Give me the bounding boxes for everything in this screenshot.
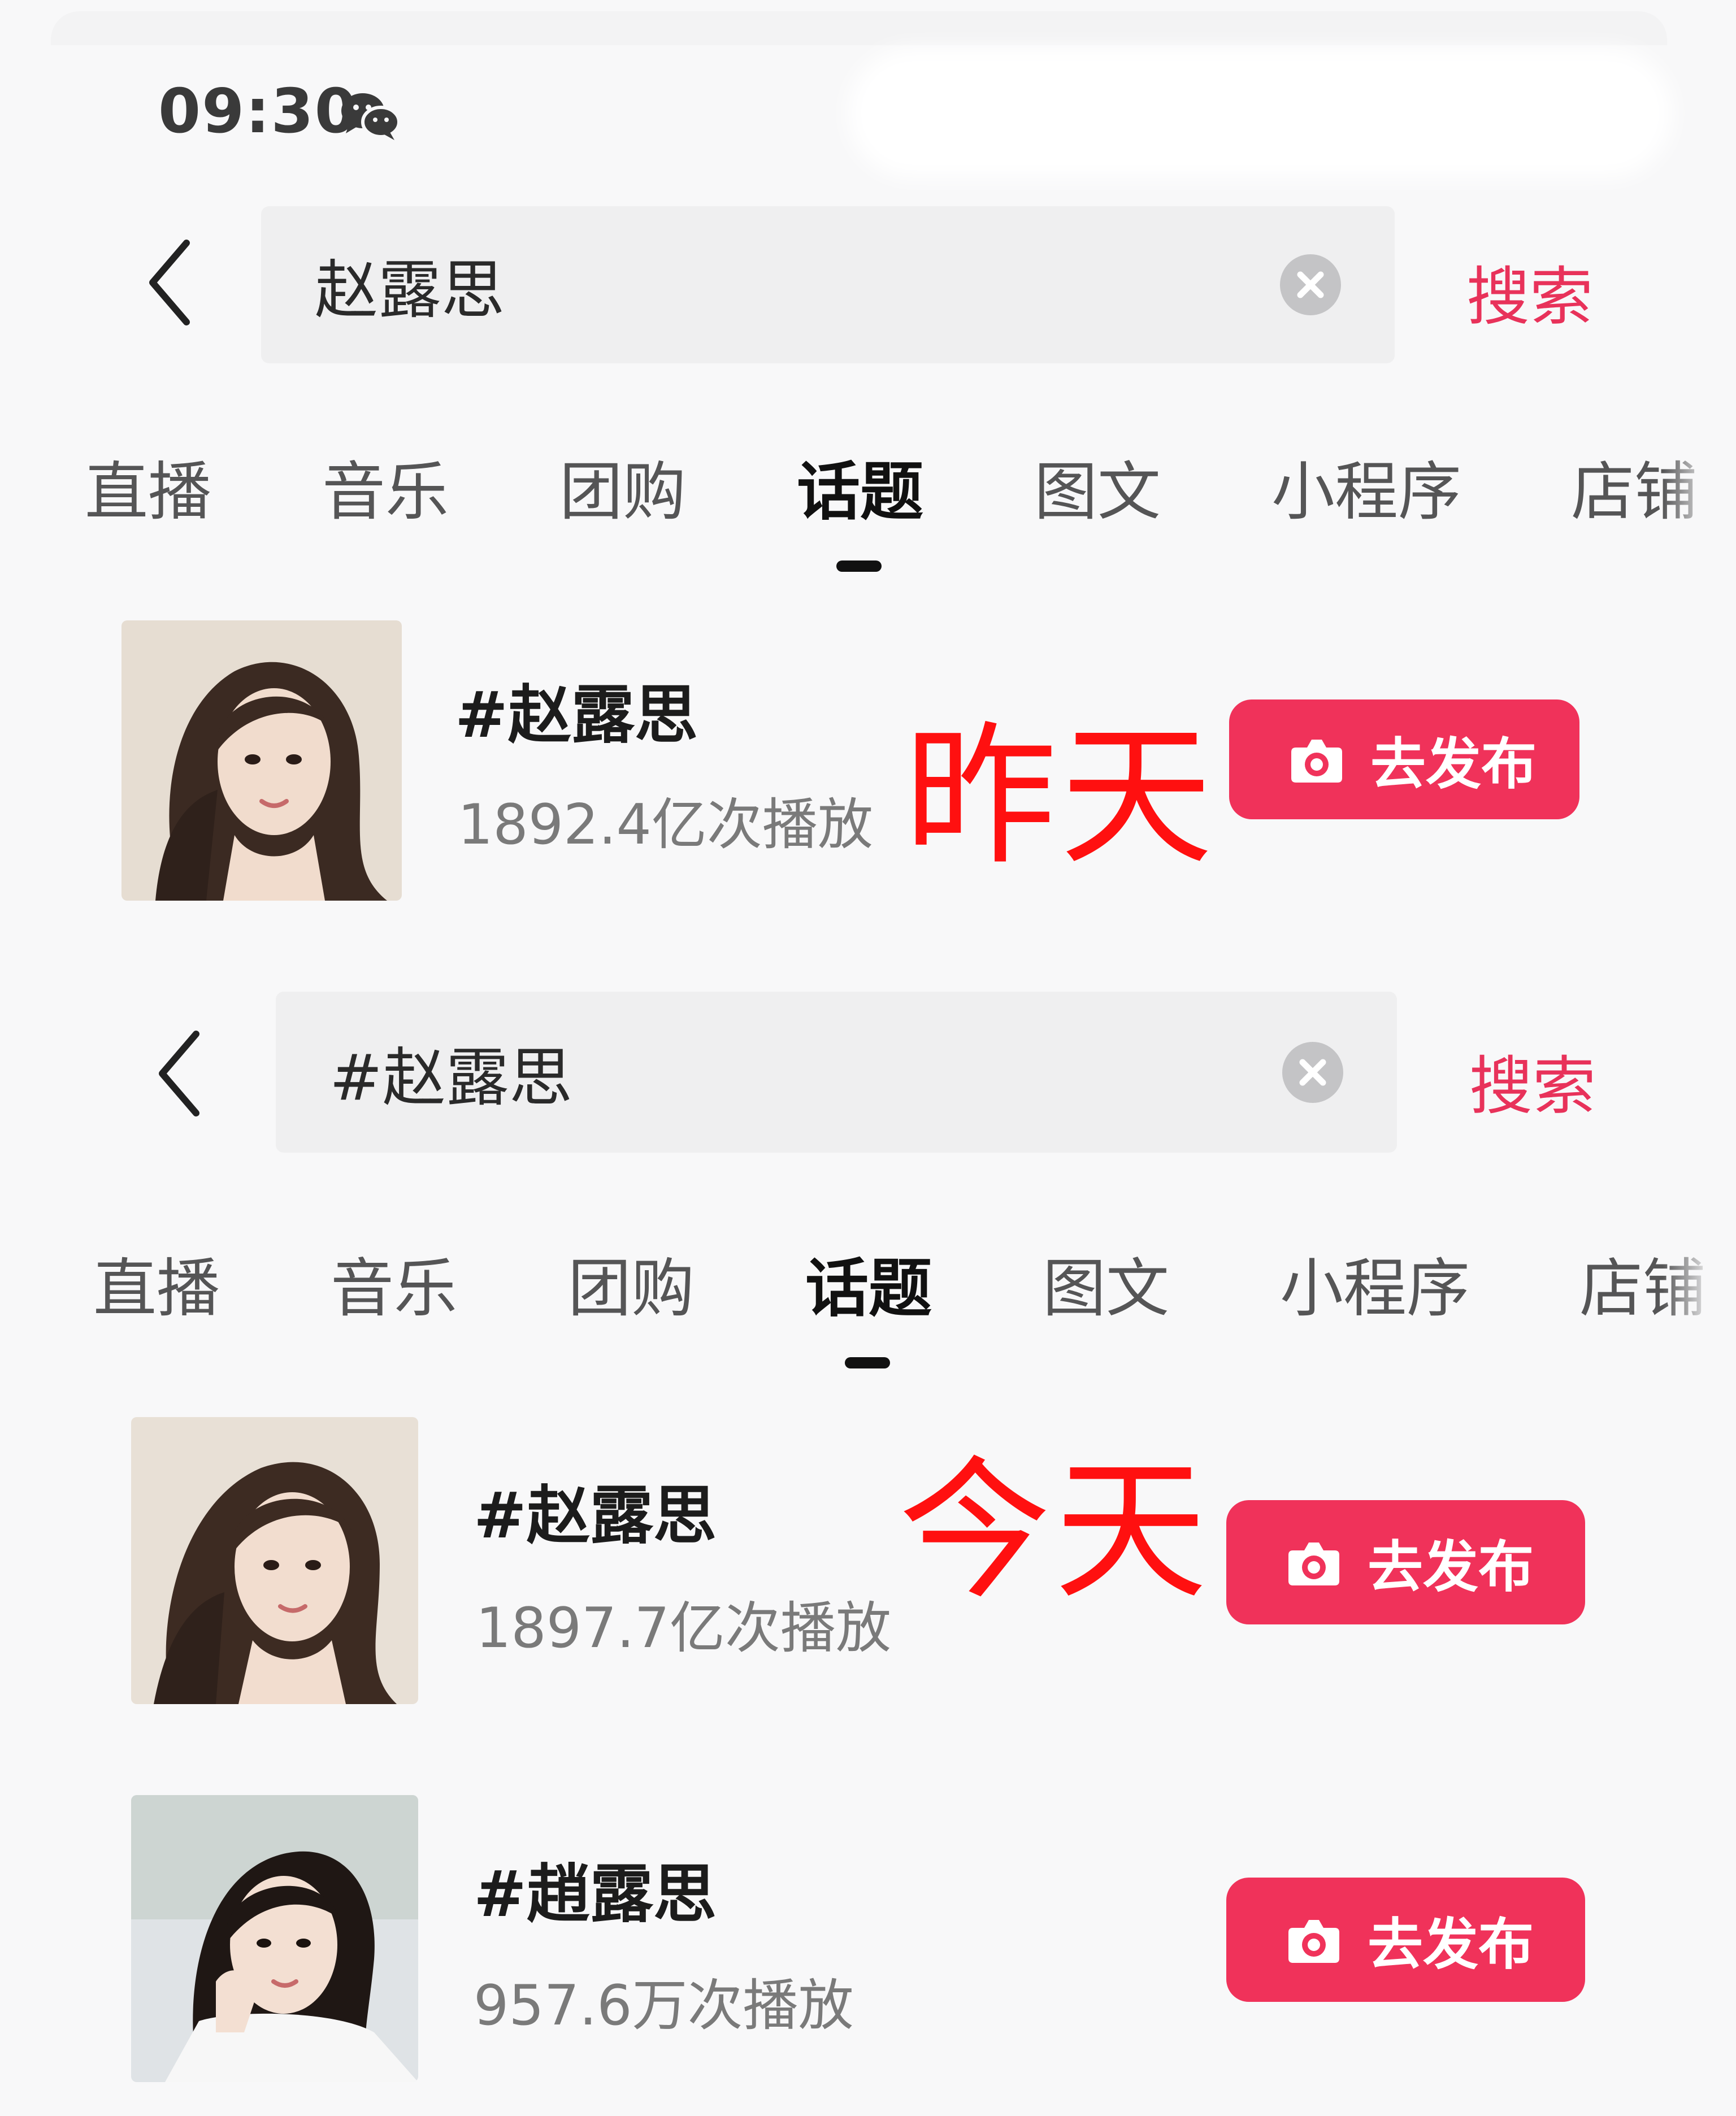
overlay-yesterday: 昨天 (904, 707, 1216, 885)
tab-live[interactable]: 直播 (93, 1237, 220, 1329)
publish-button[interactable]: 去发布 (1226, 1500, 1585, 1624)
topic-title[interactable]: #趙露思 (474, 1843, 717, 1935)
clear-icon[interactable] (1282, 1041, 1343, 1103)
tab-topics[interactable]: 话题 (797, 441, 923, 532)
search-button[interactable]: 搜索 (1469, 1035, 1596, 1127)
tab-music[interactable]: 音乐 (322, 441, 449, 532)
active-tab-indicator (845, 1357, 890, 1368)
clear-icon[interactable] (1280, 254, 1341, 315)
card-edge (51, 11, 1667, 45)
publish-button[interactable]: 去发布 (1229, 699, 1579, 819)
tab-topics[interactable]: 话题 (805, 1237, 932, 1329)
tab-group-buy[interactable]: 团购 (568, 1237, 695, 1329)
tab-live[interactable]: 直播 (85, 441, 211, 532)
active-tab-indicator (836, 560, 882, 572)
back-button[interactable] (138, 234, 201, 331)
tab-group-buy[interactable]: 团购 (559, 441, 686, 532)
topic-avatar[interactable] (131, 1795, 418, 2082)
redacted-area (865, 65, 1656, 161)
topic-title[interactable]: #赵露思 (455, 664, 698, 755)
publish-button[interactable]: 去发布 (1226, 1878, 1585, 2002)
tab-mini-program[interactable]: 小程序 (1271, 441, 1461, 532)
status-time: 09:30 (158, 76, 358, 147)
topic-avatar[interactable] (121, 620, 402, 901)
camera-icon (1291, 740, 1342, 783)
camera-icon (1288, 1543, 1339, 1585)
tab-mini-program[interactable]: 小程序 (1280, 1237, 1470, 1329)
tab-bar: 直播 音乐 团购 话题 图文 小程序 店铺 (0, 441, 1736, 565)
tab-fade (1663, 441, 1736, 525)
topic-play-count: 1892.4亿次播放 (458, 793, 873, 857)
publish-label: 去发布 (1370, 732, 1537, 797)
tab-bar: 直播 音乐 团购 话题 图文 小程序 店铺 (0, 1237, 1736, 1362)
publish-label: 去发布 (1368, 1535, 1534, 1600)
tab-image-text[interactable]: 图文 (1043, 1237, 1169, 1329)
topic-play-count: 1897.7亿次播放 (476, 1596, 891, 1661)
topic-title[interactable]: #赵露思 (474, 1465, 717, 1556)
tab-image-text[interactable]: 图文 (1034, 441, 1161, 532)
search-input[interactable]: 赵露思 (261, 206, 1395, 363)
page: 09:30 赵露思 搜索 直播 音乐 团购 话题 图文 小程序 店铺 #赵露思 … (0, 0, 1736, 2116)
search-button[interactable]: 搜索 (1466, 246, 1593, 337)
camera-icon (1288, 1920, 1339, 1963)
topic-play-count: 957.6万次播放 (474, 1974, 854, 2038)
search-input[interactable]: #赵露思 (276, 992, 1397, 1153)
search-query: #赵露思 (329, 1041, 572, 1115)
overlay-today: 今天 (899, 1442, 1210, 1620)
wechat-icon (339, 90, 401, 141)
topic-avatar[interactable] (131, 1417, 418, 1704)
tab-music[interactable]: 音乐 (331, 1237, 457, 1329)
back-button[interactable] (148, 1026, 210, 1122)
search-query: 赵露思 (315, 254, 505, 327)
publish-label: 去发布 (1368, 1913, 1534, 1977)
tab-fade (1663, 1237, 1736, 1322)
